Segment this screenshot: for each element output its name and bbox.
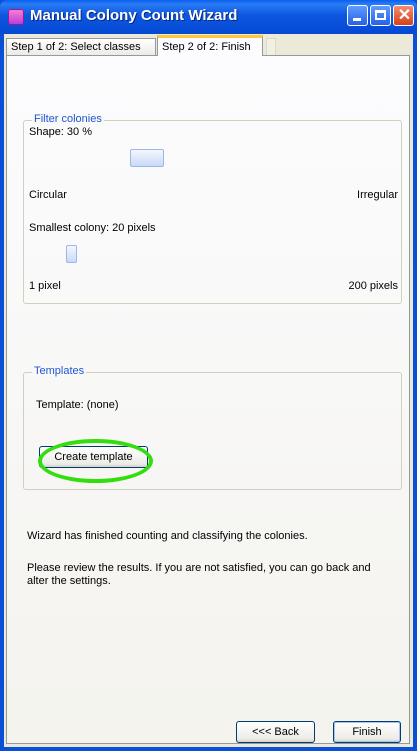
tab-strip-end (266, 38, 276, 55)
maximize-icon (375, 10, 386, 20)
shape-slider-thumb[interactable] (130, 149, 164, 167)
review-message: Please review the results. If you are no… (27, 562, 371, 587)
finish-tab-panel: Filter colonies Shape: 30 % Circular Irr… (6, 55, 410, 744)
filter-colonies-group: Filter colonies Shape: 30 % Circular Irr… (23, 113, 402, 304)
wizard-client-area: Step 1 of 2: Select classes Step 2 of 2:… (4, 34, 413, 747)
tab-select-classes[interactable]: Step 1 of 2: Select classes (6, 38, 156, 55)
finished-message: Wizard has finished counting and classif… (27, 530, 308, 542)
shape-min-label: Circular (29, 189, 67, 201)
shape-max-label: Irregular (357, 189, 398, 201)
window-title: Manual Colony Count Wizard (30, 7, 238, 24)
highlight-ring (38, 439, 153, 483)
filter-colonies-legend: Filter colonies (32, 113, 104, 125)
size-max-label: 200 pixels (348, 280, 398, 292)
tab-finish[interactable]: Step 2 of 2: Finish (157, 35, 263, 56)
templates-legend: Templates (32, 365, 87, 377)
size-min-label: 1 pixel (29, 280, 61, 292)
smallest-colony-slider-thumb[interactable] (66, 245, 77, 263)
tab-strip: Step 1 of 2: Select classes Step 2 of 2:… (4, 34, 413, 56)
shape-label: Shape: 30 % (29, 126, 92, 138)
app-icon (8, 9, 24, 25)
back-button[interactable]: <<< Back (236, 721, 315, 743)
title-bar[interactable]: Manual Colony Count Wizard ✕ (0, 0, 417, 34)
smallest-colony-label: Smallest colony: 20 pixels (29, 222, 156, 234)
maximize-button[interactable] (370, 5, 391, 26)
finish-button[interactable]: Finish (333, 721, 401, 743)
wizard-window: Manual Colony Count Wizard ✕ Step 1 of 2… (0, 0, 417, 751)
minimize-icon (353, 18, 361, 21)
template-label: Template: (none) (36, 399, 119, 411)
close-icon: ✕ (397, 7, 412, 24)
minimize-button[interactable] (347, 5, 368, 26)
close-button[interactable]: ✕ (393, 5, 414, 26)
